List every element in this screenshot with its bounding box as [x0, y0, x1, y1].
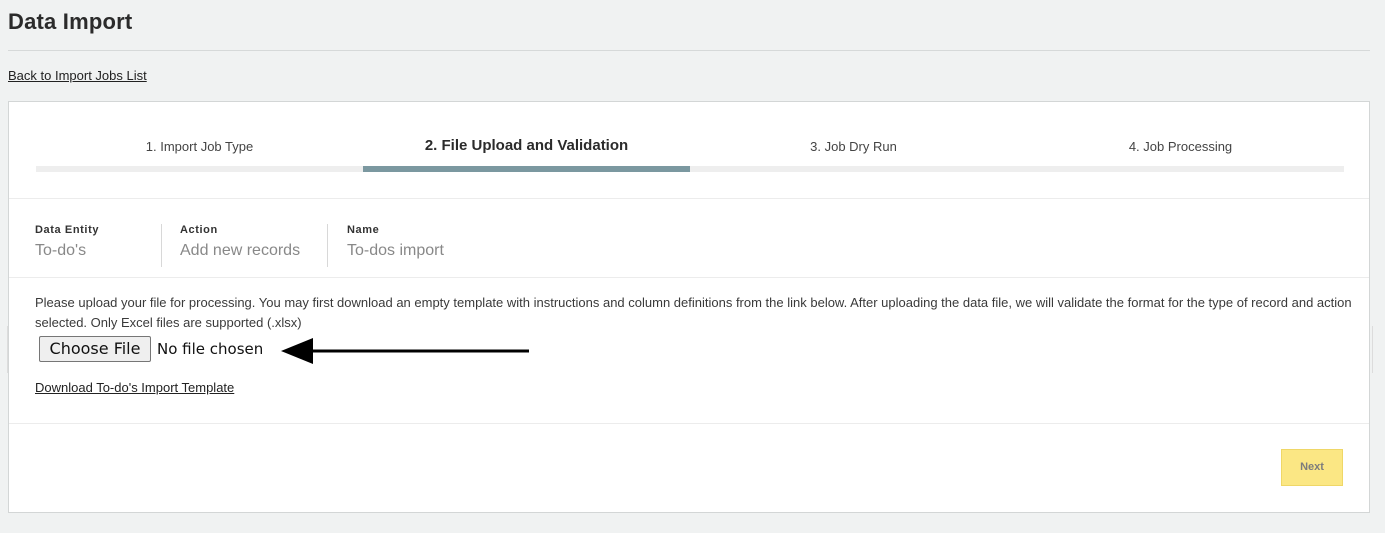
step-label: 4. Job Processing: [1128, 139, 1233, 154]
meta-label: Name: [347, 224, 380, 236]
title-divider: [8, 50, 1370, 51]
meta-data-entity: Data Entity To-do's: [35, 224, 99, 268]
step-job-dry-run: 3. Job Dry Run: [690, 102, 1017, 174]
step-progress: 1. Import Job Type 2. File Upload and Va…: [36, 102, 1344, 174]
step-bar-active: [363, 166, 690, 172]
step-label: 1. Import Job Type: [145, 139, 254, 154]
download-template-link[interactable]: Download To-do's Import Template: [35, 380, 234, 395]
meta-value: To-do's: [35, 242, 87, 259]
step-file-upload-and-validation: 2. File Upload and Validation: [363, 102, 690, 174]
meta-label: Data Entity: [35, 224, 100, 236]
file-status-text: No file chosen: [157, 340, 264, 358]
step-label: 3. Job Dry Run: [810, 139, 897, 154]
arrow-left-icon: [281, 338, 529, 364]
meta-action: Action Add new records: [180, 224, 300, 268]
divider: [9, 277, 1369, 278]
page-title: Data Import: [8, 9, 133, 34]
step-import-job-type: 1. Import Job Type: [36, 102, 363, 174]
step-label: 2. File Upload and Validation: [424, 137, 629, 154]
meta-divider: [327, 224, 328, 267]
meta-value: To-dos import: [347, 242, 444, 259]
meta-value: Add new records: [180, 242, 301, 259]
next-button[interactable]: Next: [1281, 449, 1343, 486]
choose-file-button[interactable]: Choose File: [39, 336, 151, 362]
meta-name: Name To-dos import: [347, 224, 444, 268]
step-bar: [1017, 166, 1344, 172]
divider: [9, 423, 1369, 424]
back-to-import-jobs-link[interactable]: Back to Import Jobs List: [8, 68, 147, 83]
import-card: 1. Import Job Type 2. File Upload and Va…: [7, 101, 1373, 513]
step-bar: [690, 166, 1017, 172]
step-job-processing: 4. Job Processing: [1017, 102, 1344, 174]
meta-label: Action: [180, 224, 218, 236]
divider: [9, 198, 1369, 199]
step-bar: [36, 166, 363, 172]
meta-divider: [161, 224, 162, 267]
